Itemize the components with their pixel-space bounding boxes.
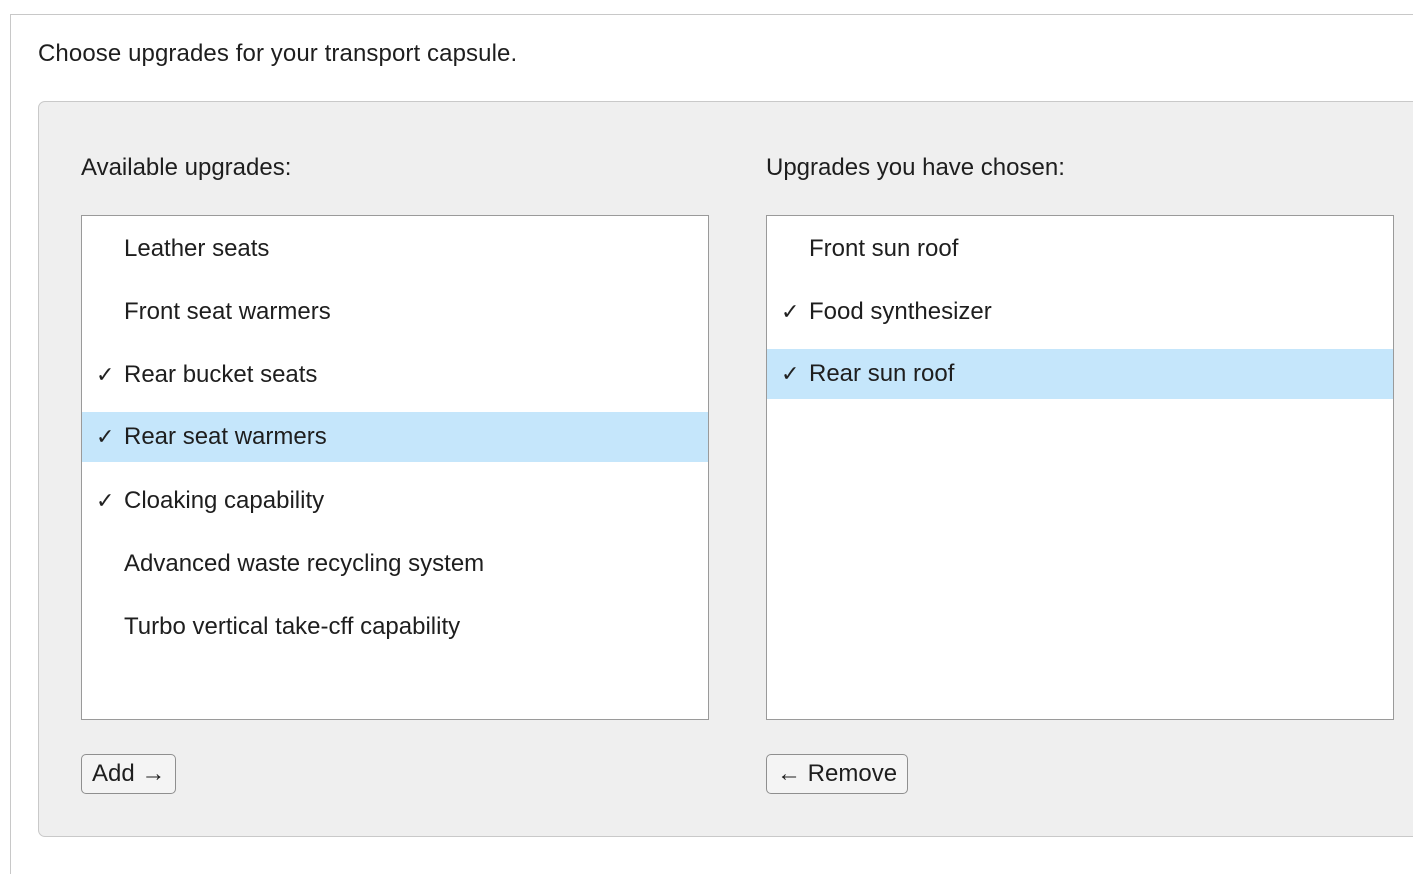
option-label: Cloaking capability	[124, 487, 325, 514]
option-label: Leather seats	[124, 235, 270, 262]
check-icon: ✓	[781, 361, 800, 386]
option-label: Turbo vertical take-cff capability	[124, 613, 461, 640]
option-label: Rear seat warmers	[124, 423, 327, 450]
add-button[interactable]: Add →	[81, 754, 177, 794]
option-label: Advanced waste recycling system	[124, 550, 485, 577]
list-item[interactable]: Front sun roof	[767, 217, 1393, 280]
intro-text: Choose upgrades for your transport capsu…	[38, 40, 518, 67]
available-upgrades-list[interactable]: Leather seats Front seat warmers ✓ Rear …	[81, 215, 709, 720]
list-item[interactable]: Turbo vertical take-cff capability	[82, 595, 708, 658]
check-icon: ✓	[96, 424, 115, 449]
list-item-selected[interactable]: ✓ Rear seat warmers	[82, 412, 708, 462]
option-label: Rear sun roof	[809, 360, 955, 387]
chosen-upgrades-list[interactable]: Front sun roof ✓ Food synthesizer ✓ Rear…	[766, 215, 1394, 720]
option-label: Front seat warmers	[124, 298, 331, 325]
option-label: Rear bucket seats	[124, 361, 318, 388]
list-item[interactable]: ✓ Food synthesizer	[767, 280, 1393, 343]
list-item[interactable]: Advanced waste recycling system	[82, 532, 708, 595]
option-label: Front sun roof	[809, 235, 959, 262]
check-icon: ✓	[96, 488, 115, 513]
list-item[interactable]: Front seat warmers	[82, 280, 708, 343]
list-item[interactable]: Leather seats	[82, 217, 708, 280]
list-item[interactable]: ✓ Rear bucket seats	[82, 343, 708, 406]
check-icon: ✓	[96, 362, 115, 387]
list-item-selected[interactable]: ✓ Rear sun roof	[767, 349, 1393, 399]
chosen-upgrades-label: Upgrades you have chosen:	[766, 154, 1065, 181]
option-label: Food synthesizer	[809, 298, 992, 325]
available-upgrades-label: Available upgrades:	[81, 154, 292, 181]
list-item[interactable]: ✓ Cloaking capability	[82, 469, 708, 532]
remove-button[interactable]: ← Remove	[766, 754, 909, 794]
check-icon: ✓	[781, 299, 800, 324]
upgrade-panel: Available upgrades: Leather seats Front …	[38, 101, 1413, 837]
